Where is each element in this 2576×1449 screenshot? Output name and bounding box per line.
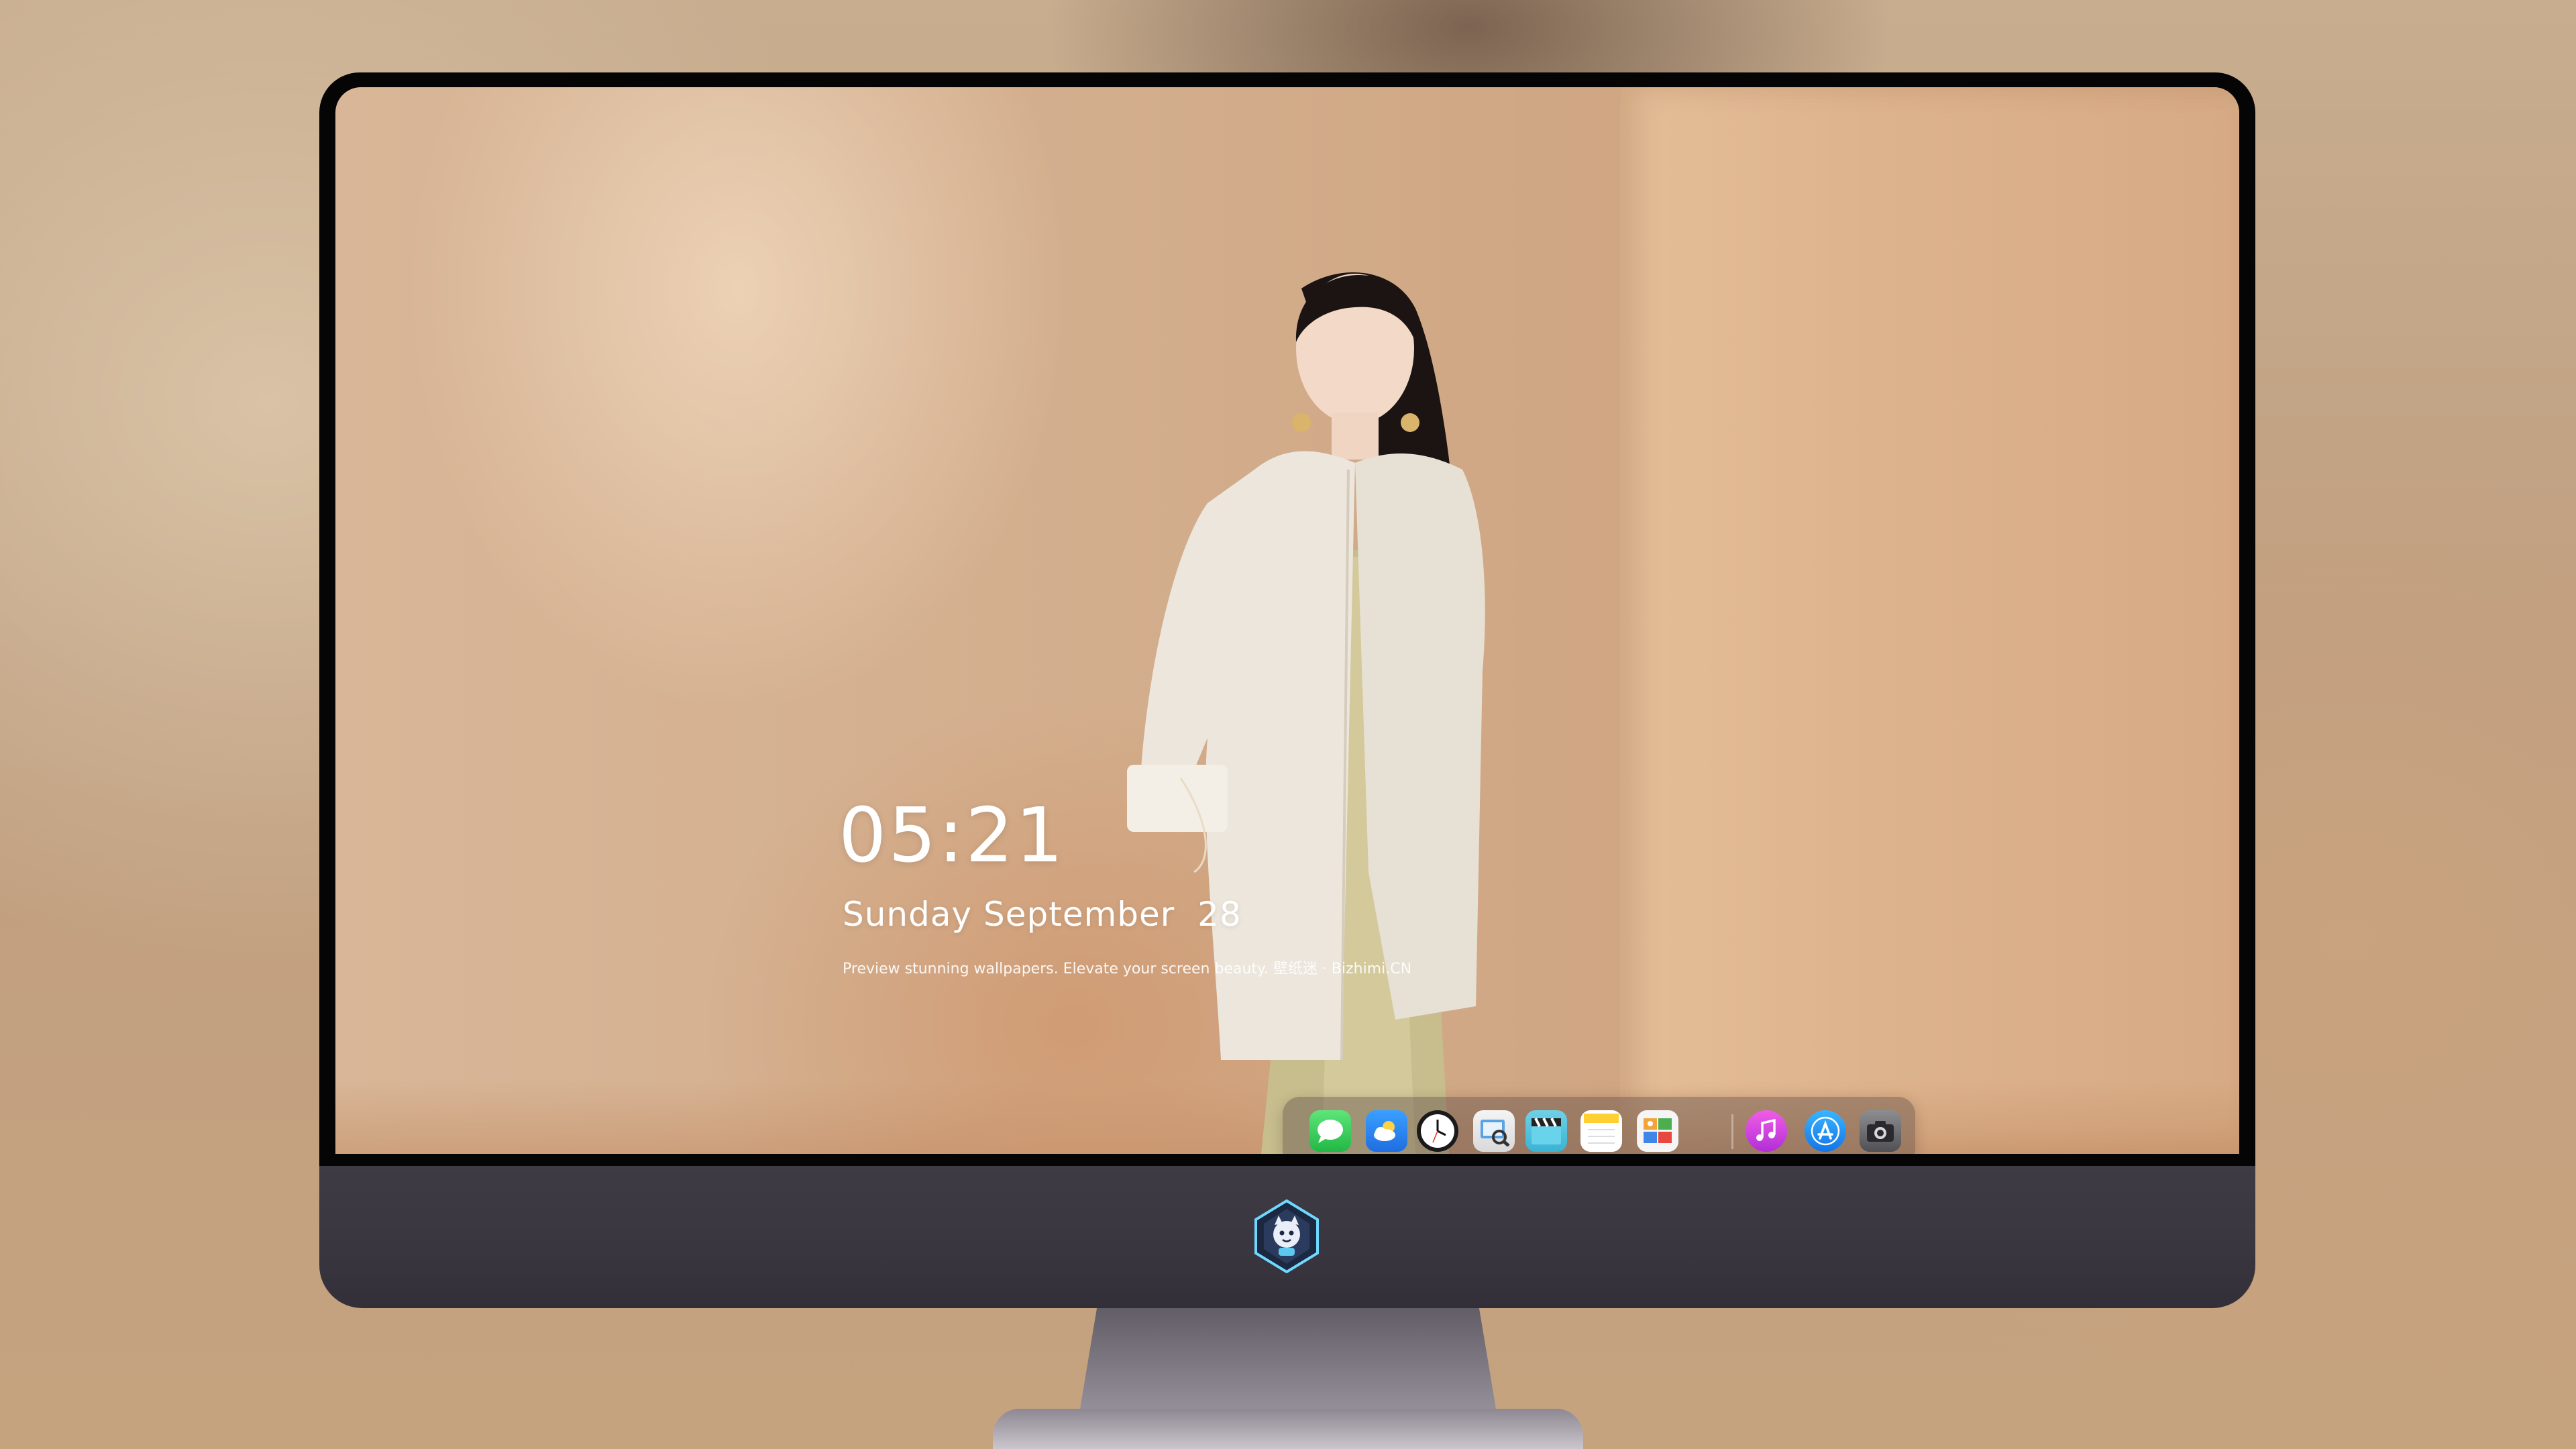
preview-icon[interactable] (1473, 1110, 1515, 1152)
wallpaper-tagline: Preview stunning wallpapers. Elevate you… (843, 961, 1412, 977)
music-icon[interactable] (1746, 1110, 1787, 1152)
photo-booth-icon[interactable] (1637, 1110, 1678, 1152)
wallpaper-figure (1127, 272, 1485, 1154)
mascot-logo-icon (1254, 1199, 1319, 1273)
lockscreen-clock: 05:21 Sunday September 28 Preview stunni… (839, 798, 1411, 978)
clock-icon[interactable] (1417, 1110, 1458, 1152)
desktop-screen: 05:21 Sunday September 28 Preview stunni… (335, 87, 2239, 1154)
messages-icon[interactable] (1309, 1110, 1351, 1152)
dock-separator (1731, 1114, 1733, 1149)
clock-date: Sunday September 28 (843, 895, 1242, 934)
camera-icon[interactable] (1860, 1110, 1901, 1152)
monitor-stand-base (993, 1409, 1583, 1449)
clock-time: 05:21 (839, 792, 1065, 879)
notes-icon[interactable] (1580, 1110, 1622, 1152)
wallpaper-wall (1620, 87, 2239, 1154)
app-store-icon[interactable] (1805, 1110, 1846, 1152)
clapperboard-icon[interactable] (1525, 1110, 1567, 1152)
weather-icon[interactable] (1366, 1110, 1407, 1152)
monitor: 05:21 Sunday September 28 Preview stunni… (319, 72, 2255, 1308)
dock (1283, 1097, 1915, 1154)
